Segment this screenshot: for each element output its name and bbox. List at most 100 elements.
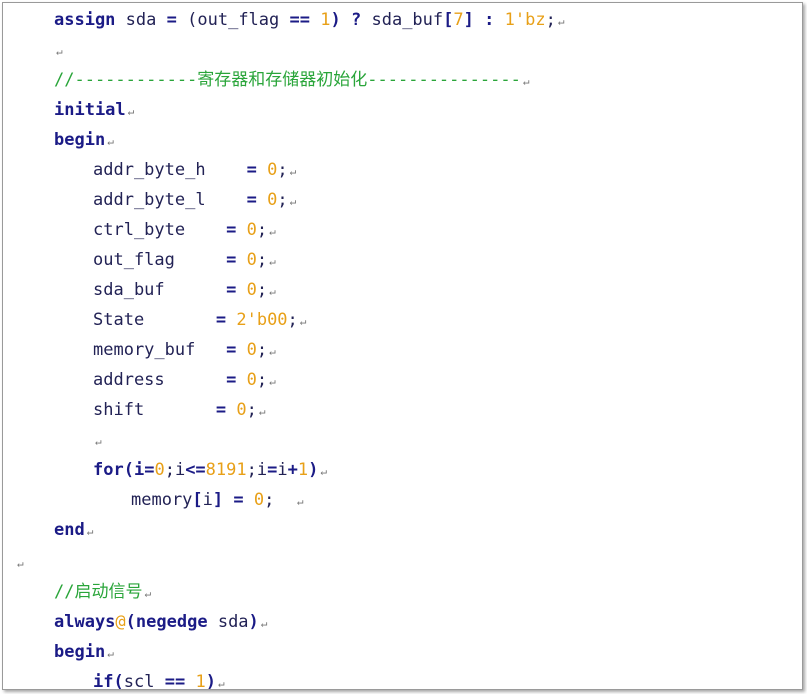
code-line-assignment: address = 0;	[93, 365, 276, 395]
return-mark-icon	[259, 405, 266, 418]
code-text: )	[205, 672, 216, 690]
semicolon: ;	[256, 370, 268, 390]
operator: =	[226, 250, 237, 270]
return-mark-icon	[87, 525, 94, 538]
operator: =	[166, 10, 177, 30]
operator: =	[233, 490, 244, 510]
keyword-negedge: negedge	[135, 612, 208, 632]
identifier: i	[202, 490, 213, 510]
number: 0	[236, 400, 247, 420]
variable-name: addr_byte_l	[93, 190, 206, 210]
semicolon: ;	[545, 10, 556, 30]
semicolon: ;	[256, 220, 268, 240]
number: 0	[267, 160, 278, 180]
code-line-comment: //启动信号	[54, 577, 151, 607]
keyword-begin: begin	[54, 130, 106, 150]
code-line-assignment: addr_byte_h = 0;	[93, 155, 296, 185]
code-line-assignment: ctrl_byte = 0;	[93, 215, 276, 245]
keyword-begin: begin	[54, 642, 106, 662]
code-line-end: end	[54, 515, 93, 545]
keyword-end: end	[54, 520, 85, 540]
variable-name: address	[93, 370, 165, 390]
code-block: assign sda = (out_flag == 1) ? sda_buf[7…	[3, 3, 802, 689]
code-line-begin: begin	[54, 637, 114, 667]
code-line-assignment: sda_buf = 0;	[93, 275, 276, 305]
return-mark-icon	[269, 225, 276, 238]
code-line-assignment: addr_byte_l = 0;	[93, 185, 296, 215]
semicolon: ;	[264, 490, 275, 510]
return-mark-icon	[523, 75, 530, 88]
number: 7	[453, 10, 464, 30]
return-mark-icon	[290, 165, 297, 178]
variable-name: shift	[93, 400, 145, 420]
code-line-memory: memory[i] = 0;	[131, 485, 304, 515]
number: 0	[246, 220, 257, 240]
code-text: )	[308, 460, 319, 480]
code-text: (	[113, 672, 124, 690]
return-mark-icon	[56, 45, 63, 58]
variable-name: addr_byte_h	[93, 160, 206, 180]
comment-text: //------------寄存器和存储器初始化---------------	[54, 70, 521, 90]
code-text: )	[330, 10, 341, 30]
variable-name: ctrl_byte	[93, 220, 186, 240]
identifier: sda	[217, 612, 249, 632]
bracket: ]	[463, 10, 474, 30]
keyword-if: if	[93, 672, 114, 690]
code-line-assignment: memory_buf = 0;	[93, 335, 276, 365]
number: 0	[154, 460, 165, 480]
code-line-initial: initial	[54, 95, 134, 125]
operator: +	[287, 460, 298, 480]
operator: =	[246, 190, 257, 210]
code-line-assignment: shift = 0;	[93, 395, 265, 425]
code-text: (out_flag	[187, 10, 290, 30]
variable-name: State	[93, 310, 145, 330]
return-mark-icon	[269, 255, 276, 268]
code-line-assignment: State = 2'b00;	[93, 305, 306, 335]
return-mark-icon	[300, 315, 307, 328]
return-mark-icon	[107, 647, 114, 660]
operator: =	[144, 460, 155, 480]
operator: <=	[185, 460, 206, 480]
code-line-for: for(i=0;i<=8191;i=i+1)	[93, 455, 327, 485]
return-mark-icon	[128, 105, 135, 118]
code-line-blank	[93, 425, 102, 455]
code-text: ;i	[164, 460, 186, 480]
number: 1'bz	[504, 10, 546, 30]
code-line-assign: assign sda = (out_flag == 1) ? sda_buf[7…	[54, 5, 564, 35]
operator: =	[226, 220, 237, 240]
return-mark-icon	[261, 617, 268, 630]
return-mark-icon	[218, 677, 225, 689]
operator: ==	[289, 10, 310, 30]
operator: :	[484, 10, 495, 30]
code-line-always: always@(negedge sda)	[54, 607, 267, 637]
semicolon: ;	[287, 310, 298, 330]
number: 0	[246, 370, 257, 390]
at-symbol: @	[115, 612, 126, 632]
variable-name: sda_buf	[93, 280, 165, 300]
number: 2'b00	[236, 310, 288, 330]
number: 0	[267, 190, 278, 210]
code-line-blank	[15, 547, 24, 577]
code-line-if: if(scl == 1)	[93, 667, 225, 690]
return-mark-icon	[269, 345, 276, 358]
return-mark-icon	[107, 135, 114, 148]
operator: =	[226, 370, 237, 390]
keyword-always: always	[54, 612, 116, 632]
semicolon: ;	[277, 190, 288, 210]
number: 8191	[205, 460, 247, 480]
code-document: assign sda = (out_flag == 1) ? sda_buf[7…	[2, 2, 803, 690]
semicolon: ;	[256, 250, 268, 270]
return-mark-icon	[558, 15, 565, 28]
semicolon: ;	[246, 400, 257, 420]
operator: ?	[350, 10, 362, 30]
code-line-blank	[54, 35, 63, 65]
number: 1	[195, 672, 206, 690]
semicolon: ;	[256, 280, 268, 300]
